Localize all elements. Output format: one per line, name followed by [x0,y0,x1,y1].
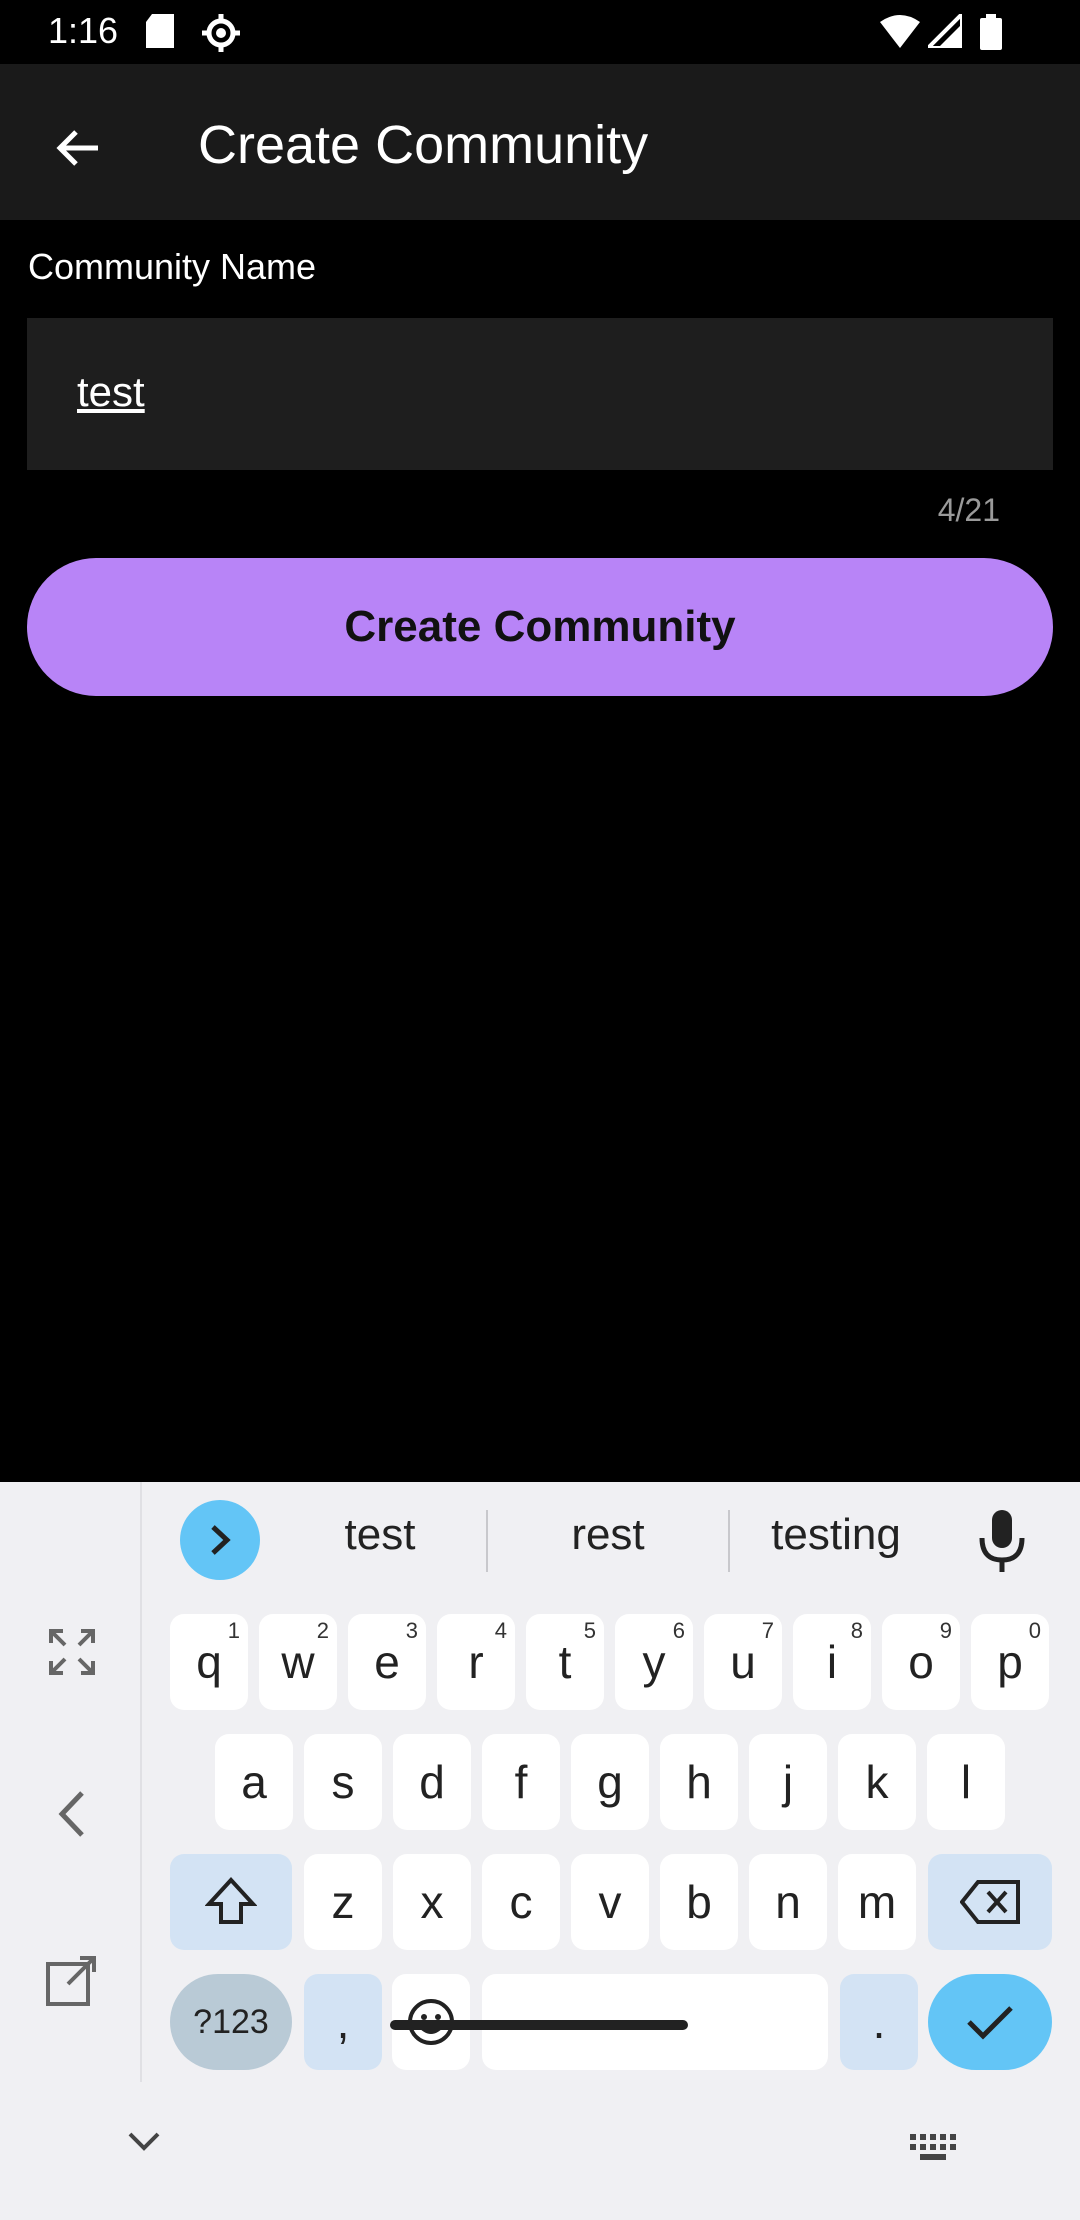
key-hint: 6 [672,1618,685,1643]
suggestion-1[interactable]: test [300,1510,460,1560]
key-hint: 2 [316,1618,329,1643]
symbols-key[interactable]: ?123 [170,1974,292,2070]
microphone-icon[interactable] [972,1506,1032,1576]
hide-keyboard-chevron-icon[interactable] [126,2130,162,2159]
key-label: p [997,1636,1023,1688]
status-time: 1:16 [48,10,119,51]
key-r[interactable]: r4 [437,1614,515,1710]
key-v[interactable]: v [571,1854,649,1950]
key-label: q [196,1636,222,1688]
key-hint: 7 [761,1618,774,1643]
cellular-signal-icon [923,9,964,53]
back-button[interactable] [36,106,120,190]
key-e[interactable]: e3 [348,1614,426,1710]
key-s[interactable]: s [304,1734,382,1830]
wifi-icon [880,14,920,53]
key-i[interactable]: i8 [793,1614,871,1710]
key-label: w [281,1636,315,1688]
key-y[interactable]: y6 [615,1614,693,1710]
key-k[interactable]: k [838,1734,916,1830]
key-l[interactable]: l [927,1734,1005,1830]
key-u[interactable]: u7 [704,1614,782,1710]
key-hint: 1 [227,1618,240,1643]
app-bar: Create Community [0,64,1080,220]
floating-keyboard-icon[interactable] [40,1948,104,2012]
backspace-key[interactable] [928,1854,1052,1950]
key-label: r [468,1636,484,1688]
fullscreen-expand-icon[interactable] [40,1620,104,1684]
key-f[interactable]: f [482,1734,560,1830]
key-q[interactable]: q1 [170,1614,248,1710]
suggestion-3[interactable]: testing [748,1510,924,1560]
key-a[interactable]: a [215,1734,293,1830]
shift-arrow-icon [205,1877,257,1924]
soft-keyboard: test rest testing ?123 , . q1w2e3r4t5y6u… [0,1482,1080,2220]
key-n[interactable]: n [749,1854,827,1950]
key-label: y [642,1636,666,1688]
key-c[interactable]: c [482,1854,560,1950]
suggestions-expand-button[interactable] [180,1500,260,1580]
settings-gear-icon [202,14,240,57]
status-bar: 1:16 [0,0,1080,64]
period-key[interactable]: . [840,1974,918,2070]
key-b[interactable]: b [660,1854,738,1950]
enter-key[interactable] [928,1974,1052,2070]
suggestion-2[interactable]: rest [528,1510,688,1560]
checkmark-icon [967,2006,1013,2040]
sd-card-icon [146,14,174,53]
key-h[interactable]: h [660,1734,738,1830]
character-counter: 4/21 [937,492,1000,528]
key-z[interactable]: z [304,1854,382,1950]
key-label: o [908,1636,934,1688]
keyboard-switch-icon[interactable] [910,2134,958,2167]
key-o[interactable]: o9 [882,1614,960,1710]
key-hint: 8 [850,1618,863,1643]
suggestion-divider [486,1510,488,1572]
community-name-field[interactable]: test [27,318,1053,470]
key-label: e [374,1636,400,1688]
key-hint: 4 [494,1618,507,1643]
key-label: u [730,1636,756,1688]
key-label: t [558,1636,572,1688]
battery-icon [980,14,1002,55]
key-j[interactable]: j [749,1734,827,1830]
suggestion-divider [728,1510,730,1572]
key-g[interactable]: g [571,1734,649,1830]
key-hint: 3 [405,1618,418,1643]
backspace-icon [960,1880,1020,1924]
key-m[interactable]: m [838,1854,916,1950]
key-hint: 9 [939,1618,952,1643]
home-indicator[interactable] [390,2020,688,2030]
key-d[interactable]: d [393,1734,471,1830]
key-label: i [826,1636,838,1688]
chevron-left-icon[interactable] [40,1782,104,1846]
key-w[interactable]: w2 [259,1614,337,1710]
create-community-button[interactable]: Create Community [27,558,1053,696]
community-name-input[interactable]: test [77,368,145,416]
key-t[interactable]: t5 [526,1614,604,1710]
key-hint: 0 [1028,1618,1041,1643]
shift-key[interactable] [170,1854,292,1950]
page-title: Create Community [198,115,649,175]
comma-key[interactable]: , [304,1974,382,2070]
key-p[interactable]: p0 [971,1614,1049,1710]
keyboard-side-column [0,1482,142,2082]
key-x[interactable]: x [393,1854,471,1950]
community-name-label: Community Name [28,246,317,287]
arrow-back-icon [56,130,98,166]
chevron-right-icon [211,1525,231,1555]
key-hint: 5 [583,1618,596,1643]
